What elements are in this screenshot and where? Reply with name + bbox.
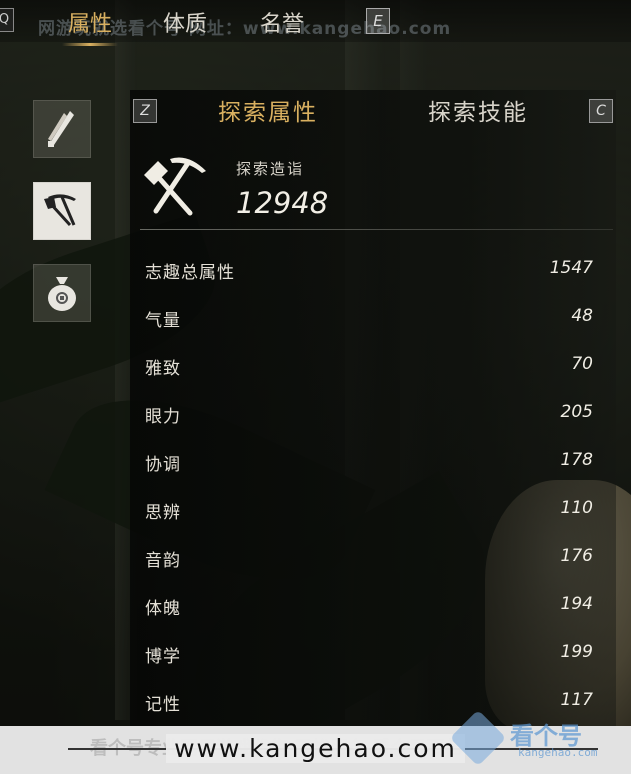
top-tab-bar: Q 网游玩就选看个号 网址：www.kangehao.com 属性 体质 名誉 … xyxy=(0,0,631,46)
explore-mastery-label: 探索造诣 xyxy=(236,160,305,178)
logo-subtext: kangehao.com xyxy=(518,746,598,759)
stat-name: 音韵 xyxy=(145,551,181,571)
stat-name: 思辨 xyxy=(145,503,181,523)
stat-value: 205 xyxy=(560,402,593,422)
key-hint-right[interactable]: E xyxy=(366,8,390,34)
tab-explore-attributes[interactable]: 探索属性 xyxy=(218,93,318,127)
stat-value: 1547 xyxy=(549,258,593,278)
stat-name: 协调 xyxy=(145,455,181,475)
stat-row: 眼力 205 xyxy=(145,400,593,430)
category-wealth-button[interactable] xyxy=(33,264,91,322)
pickaxe-shovel-icon xyxy=(44,194,76,227)
stat-value: 110 xyxy=(560,498,593,518)
stat-name: 气量 xyxy=(145,311,181,331)
stat-row: 思辨 110 xyxy=(145,496,593,526)
stat-row: 博学 199 xyxy=(145,640,593,670)
stat-row: 体魄 194 xyxy=(145,592,593,622)
category-combat-button[interactable] xyxy=(33,100,91,158)
stat-row: 音韵 176 xyxy=(145,544,593,574)
stat-value: 199 xyxy=(560,642,593,662)
stat-value: 70 xyxy=(571,354,593,374)
stat-value: 194 xyxy=(560,594,593,614)
weapon-icon xyxy=(48,111,74,147)
stat-row: 志趣总属性 1547 xyxy=(145,256,593,286)
panel-divider xyxy=(140,229,613,230)
stat-name: 记性 xyxy=(145,695,181,715)
tab-explore-skills[interactable]: 探索技能 xyxy=(428,93,528,127)
stat-name: 博学 xyxy=(145,647,181,667)
stat-name: 体魄 xyxy=(145,599,181,619)
category-explore-button[interactable] xyxy=(33,182,91,240)
explore-pickaxe-icon xyxy=(144,157,206,216)
watermark-logo: 看个号 kangehao.com xyxy=(449,709,626,768)
stat-row: 雅致 70 xyxy=(145,352,593,382)
stat-name: 眼力 xyxy=(145,407,181,427)
stat-row: 气量 48 xyxy=(145,304,593,334)
logo-mark-icon xyxy=(449,709,507,767)
stat-row: 协调 178 xyxy=(145,448,593,478)
stat-name: 雅致 xyxy=(145,359,181,379)
tab-physique[interactable]: 体质 xyxy=(163,6,207,38)
key-hint-sub-left[interactable]: Z xyxy=(133,99,157,123)
key-hint-sub-right[interactable]: C xyxy=(589,99,613,123)
explore-mastery-value: 12948 xyxy=(236,186,329,220)
watermark-url: www.kangehao.com xyxy=(166,734,465,763)
stat-value: 48 xyxy=(571,306,593,326)
money-bag-icon xyxy=(48,277,76,311)
key-hint-left[interactable]: Q xyxy=(0,8,14,32)
stat-value: 117 xyxy=(560,690,593,710)
tab-attributes[interactable]: 属性 xyxy=(61,6,119,46)
stat-value: 178 xyxy=(560,450,593,470)
stat-name: 志趣总属性 xyxy=(145,263,235,283)
tab-reputation[interactable]: 名誉 xyxy=(260,6,304,38)
stat-value: 176 xyxy=(560,546,593,566)
